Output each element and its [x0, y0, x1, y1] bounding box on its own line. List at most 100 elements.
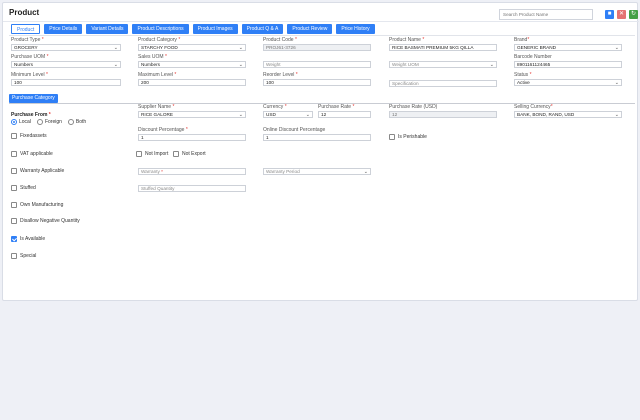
selling-currency-field: Selling Currency* BANK, BOND, RAND, USD ⌄	[514, 104, 622, 118]
own-manufacturing-checkbox[interactable]: Own Manufacturing	[11, 202, 63, 208]
checkbox-box[interactable]	[136, 151, 142, 157]
radio-foreign[interactable]	[36, 119, 43, 125]
currency-field: Currency * USD ⌄	[263, 104, 313, 118]
product-category-field: Product Category * STARCHY FOOD ⌄	[138, 37, 246, 51]
delete-icon[interactable]: ✕	[617, 10, 626, 19]
purchase-rate-usd-field: Purchase Rate (USD) 12	[389, 104, 497, 118]
checkbox-box[interactable]	[11, 202, 17, 208]
stuffed-checkbox[interactable]: Stuffed	[11, 185, 36, 191]
radio-both[interactable]	[67, 119, 74, 125]
warranty-period-select[interactable]: Warranty Period ⌄	[263, 168, 371, 175]
sales-uom-select[interactable]: Numbers ⌄	[138, 61, 246, 68]
purchase-rate-field: Purchase Rate * 12	[318, 104, 371, 118]
weight-uom-select[interactable]: Weight UOM ⌄	[389, 61, 497, 68]
refresh-icon[interactable]: ↻	[629, 10, 638, 19]
discount-percentage-input[interactable]: 1	[138, 134, 246, 141]
search-input[interactable]	[499, 9, 593, 20]
supplier-name-field: Supplier Name * RICE GALORE ⌄	[138, 104, 246, 118]
product-panel: Product ■ ✕ ↻ Product Price Details Vari…	[2, 2, 639, 301]
purchase-uom-select[interactable]: Numbers ⌄	[11, 61, 121, 68]
product-code-input: PROJ61-3726	[263, 44, 371, 51]
chevron-down-icon: ⌄	[238, 62, 243, 68]
tab-product-review[interactable]: Product Review	[287, 24, 333, 34]
fixedassets-checkbox[interactable]: Fixedassets	[11, 133, 47, 139]
barcode-number-input[interactable]: 8901161124465	[514, 61, 622, 68]
tab-variant-details[interactable]: Variant Details	[86, 24, 129, 34]
purchase-rate-usd-input: 12	[389, 111, 497, 118]
reorder-level-field: Reorder Level * 100	[263, 72, 371, 86]
not-export-checkbox[interactable]: Not Export	[173, 151, 206, 157]
warranty-applicable-checkbox[interactable]: Warranty Applicable	[11, 168, 64, 174]
save-icon[interactable]: ■	[605, 10, 614, 19]
chevron-down-icon: ⌄	[113, 45, 118, 51]
minimum-level-field: Minimum Level * 100	[11, 72, 121, 86]
special-checkbox[interactable]: Special	[11, 253, 36, 259]
online-discount-field: Online Discount Percentage 1	[263, 127, 371, 141]
status-field: Status * Active ⌄	[514, 72, 622, 86]
product-name-input[interactable]: RICE BASMATI PREMIUM 5KG QILLA	[389, 44, 497, 51]
tab-product[interactable]: Product	[11, 24, 41, 34]
chevron-down-icon: ⌄	[113, 62, 118, 68]
checkbox-box[interactable]	[11, 253, 17, 259]
tabs-divider	[9, 35, 635, 36]
chevron-down-icon: ⌄	[489, 62, 494, 68]
product-type-field: Product Type * GROCERY ⌄	[11, 37, 121, 51]
product-code-field: Product Code * PROJ61-3726	[263, 37, 371, 51]
checkbox-box[interactable]	[389, 134, 395, 140]
chevron-down-icon: ⌄	[363, 169, 368, 175]
chevron-down-icon: ⌄	[614, 80, 619, 86]
page-title: Product	[9, 8, 40, 17]
discount-percentage-field: Discount Percentage * 1	[138, 127, 246, 141]
checkbox-box[interactable]	[11, 236, 17, 242]
product-category-select[interactable]: STARCHY FOOD ⌄	[138, 44, 246, 51]
disallow-negative-quantity-checkbox[interactable]: Disallow Negative Quantity	[11, 218, 80, 224]
checkbox-box[interactable]	[173, 151, 179, 157]
radio-local[interactable]	[11, 119, 17, 125]
checkbox-box[interactable]	[11, 168, 17, 174]
not-import-checkbox[interactable]: Not Import	[136, 151, 168, 157]
selling-currency-select[interactable]: BANK, BOND, RAND, USD ⌄	[514, 111, 622, 118]
maximum-level-input[interactable]: 200	[138, 79, 246, 86]
checkbox-box[interactable]	[11, 218, 17, 224]
checkbox-box[interactable]	[11, 185, 17, 191]
currency-select[interactable]: USD ⌄	[263, 111, 313, 118]
chevron-down-icon: ⌄	[614, 112, 619, 118]
brand-field: Brand* GENERIC BRAND ⌄	[514, 37, 622, 51]
chevron-down-icon: ⌄	[305, 112, 310, 118]
chevron-down-icon: ⌄	[238, 112, 243, 118]
purchase-from-radio-group: Local Foreign Both	[11, 119, 92, 125]
tab-product-descriptions[interactable]: Product Descriptions	[132, 24, 189, 34]
purchase-from-label: Purchase From *	[11, 112, 51, 118]
supplier-name-select[interactable]: RICE GALORE ⌄	[138, 111, 246, 118]
specification-input[interactable]: Specification	[389, 80, 497, 87]
is-available-checkbox[interactable]: Is Available	[11, 236, 45, 242]
minimum-level-input[interactable]: 100	[11, 79, 121, 86]
product-type-select[interactable]: GROCERY ⌄	[11, 44, 121, 51]
product-name-field: Product Name * RICE BASMATI PREMIUM 5KG …	[389, 37, 497, 51]
header-divider	[3, 21, 639, 22]
chevron-down-icon: ⌄	[614, 45, 619, 51]
is-perishable-checkbox[interactable]: Is Perishable	[389, 134, 427, 140]
tab-bar: Product Price Details Variant Details Pr…	[11, 24, 379, 34]
purchase-uom-field: Purchase UOM * Numbers ⌄	[11, 54, 121, 68]
weight-input[interactable]: Weight	[263, 61, 371, 68]
tab-price-history[interactable]: Price History	[336, 24, 375, 34]
maximum-level-field: Maximum Level * 200	[138, 72, 246, 86]
tab-product-images[interactable]: Product Images	[192, 24, 238, 34]
chevron-down-icon: ⌄	[238, 45, 243, 51]
brand-select[interactable]: GENERIC BRAND ⌄	[514, 44, 622, 51]
status-select[interactable]: Active ⌄	[514, 79, 622, 86]
purchase-category-button[interactable]: Purchase Category	[9, 94, 58, 103]
checkbox-box[interactable]	[11, 133, 17, 139]
stuffed-quantity-input[interactable]: Stuffed Quantity	[138, 185, 246, 192]
vat-applicable-checkbox[interactable]: VAT applicable	[11, 151, 53, 157]
online-discount-input[interactable]: 1	[263, 134, 371, 141]
reorder-level-input[interactable]: 100	[263, 79, 371, 86]
purchase-rate-input[interactable]: 12	[318, 111, 371, 118]
tab-product-qa[interactable]: Product Q & A	[241, 24, 284, 34]
sales-uom-field: Sales UOM * Numbers ⌄	[138, 54, 246, 68]
barcode-number-field: Barcode Number 8901161124465	[514, 54, 622, 68]
warranty-input[interactable]: Warranty *	[138, 168, 246, 175]
tab-price-details[interactable]: Price Details	[44, 24, 83, 34]
checkbox-box[interactable]	[11, 151, 17, 157]
